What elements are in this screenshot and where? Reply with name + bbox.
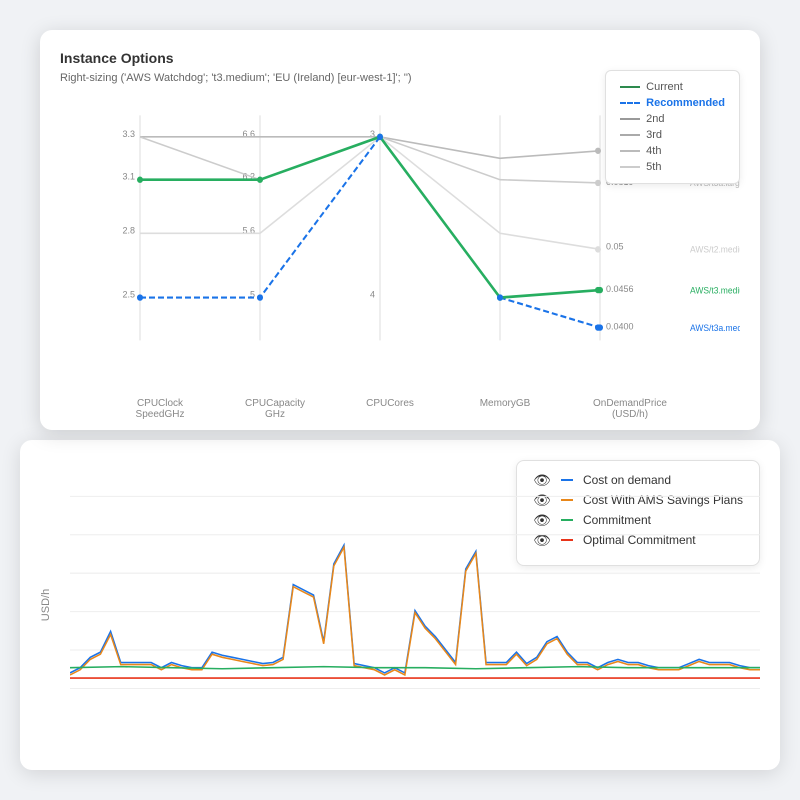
legend-3rd: 3rd bbox=[620, 129, 725, 141]
legend-4th: 4th bbox=[620, 145, 725, 157]
svg-text:AWS/t3a.medium/EU (Ireland) [e: AWS/t3a.medium/EU (Ireland) [eu-west-1]/… bbox=[690, 323, 740, 333]
axis-label-memory: MemoryGB bbox=[465, 398, 545, 420]
instance-options-card: Instance Options Right-sizing ('AWS Watc… bbox=[40, 30, 760, 430]
legend-current-label: Current bbox=[646, 81, 683, 93]
svg-text:0.0400: 0.0400 bbox=[606, 321, 633, 331]
legend-3rd-label: 3rd bbox=[646, 129, 662, 141]
cost-chart-area: 0 10 20 30 40 50 60 bbox=[70, 460, 760, 735]
axis-label-cpu-cores: CPUCores bbox=[350, 398, 430, 420]
top-legend: Current Recommended 2nd 3rd 4th 5th bbox=[605, 70, 740, 184]
svg-text:AWS/t3.medium/EU (Ireland) [eu: AWS/t3.medium/EU (Ireland) [eu-west-1]/L… bbox=[690, 285, 740, 295]
axis-labels: CPUClockSpeedGHz CPUCapacityGHz CPUCores… bbox=[60, 398, 740, 420]
axis-label-cpu-clock: CPUClockSpeedGHz bbox=[120, 398, 200, 420]
legend-recommended: Recommended bbox=[620, 97, 725, 109]
svg-text:2.5: 2.5 bbox=[123, 289, 135, 299]
legend-5th-label: 5th bbox=[646, 161, 661, 173]
fifth-line-icon bbox=[620, 166, 640, 168]
current-line-icon bbox=[620, 86, 640, 88]
axis-label-cpu-capacity: CPUCapacityGHz bbox=[235, 398, 315, 420]
legend-recommended-label: Recommended bbox=[646, 97, 725, 109]
cost-chart-svg: 0 10 20 30 40 50 60 bbox=[70, 460, 760, 730]
svg-text:4: 4 bbox=[370, 289, 375, 299]
svg-text:3.1: 3.1 bbox=[123, 171, 135, 181]
recommended-line-icon bbox=[620, 102, 640, 104]
second-line-icon bbox=[620, 118, 640, 120]
third-line-icon bbox=[620, 134, 640, 136]
legend-2nd-label: 2nd bbox=[646, 113, 664, 125]
legend-current: Current bbox=[620, 81, 725, 93]
axis-label-price: OnDemandPrice(USD/h) bbox=[580, 398, 680, 420]
card-title: Instance Options bbox=[60, 50, 740, 66]
cost-chart-card: USD/h 👁 Cost on demand 👁 Cost With AMS S… bbox=[20, 440, 780, 770]
scene: Instance Options Right-sizing ('AWS Watc… bbox=[20, 30, 780, 770]
svg-text:2.8: 2.8 bbox=[123, 225, 135, 235]
legend-4th-label: 4th bbox=[646, 145, 661, 157]
legend-2nd: 2nd bbox=[620, 113, 725, 125]
svg-text:0.05: 0.05 bbox=[606, 241, 623, 251]
y-axis-label: USD/h bbox=[40, 589, 52, 621]
svg-text:3.3: 3.3 bbox=[123, 129, 135, 139]
svg-text:0.0456: 0.0456 bbox=[606, 284, 633, 294]
fourth-line-icon bbox=[620, 150, 640, 152]
legend-5th: 5th bbox=[620, 161, 725, 173]
svg-text:AWS/t2.medium/EU (Ireland) [eu: AWS/t2.medium/EU (Ireland) [eu-west-1]/L… bbox=[690, 244, 740, 254]
